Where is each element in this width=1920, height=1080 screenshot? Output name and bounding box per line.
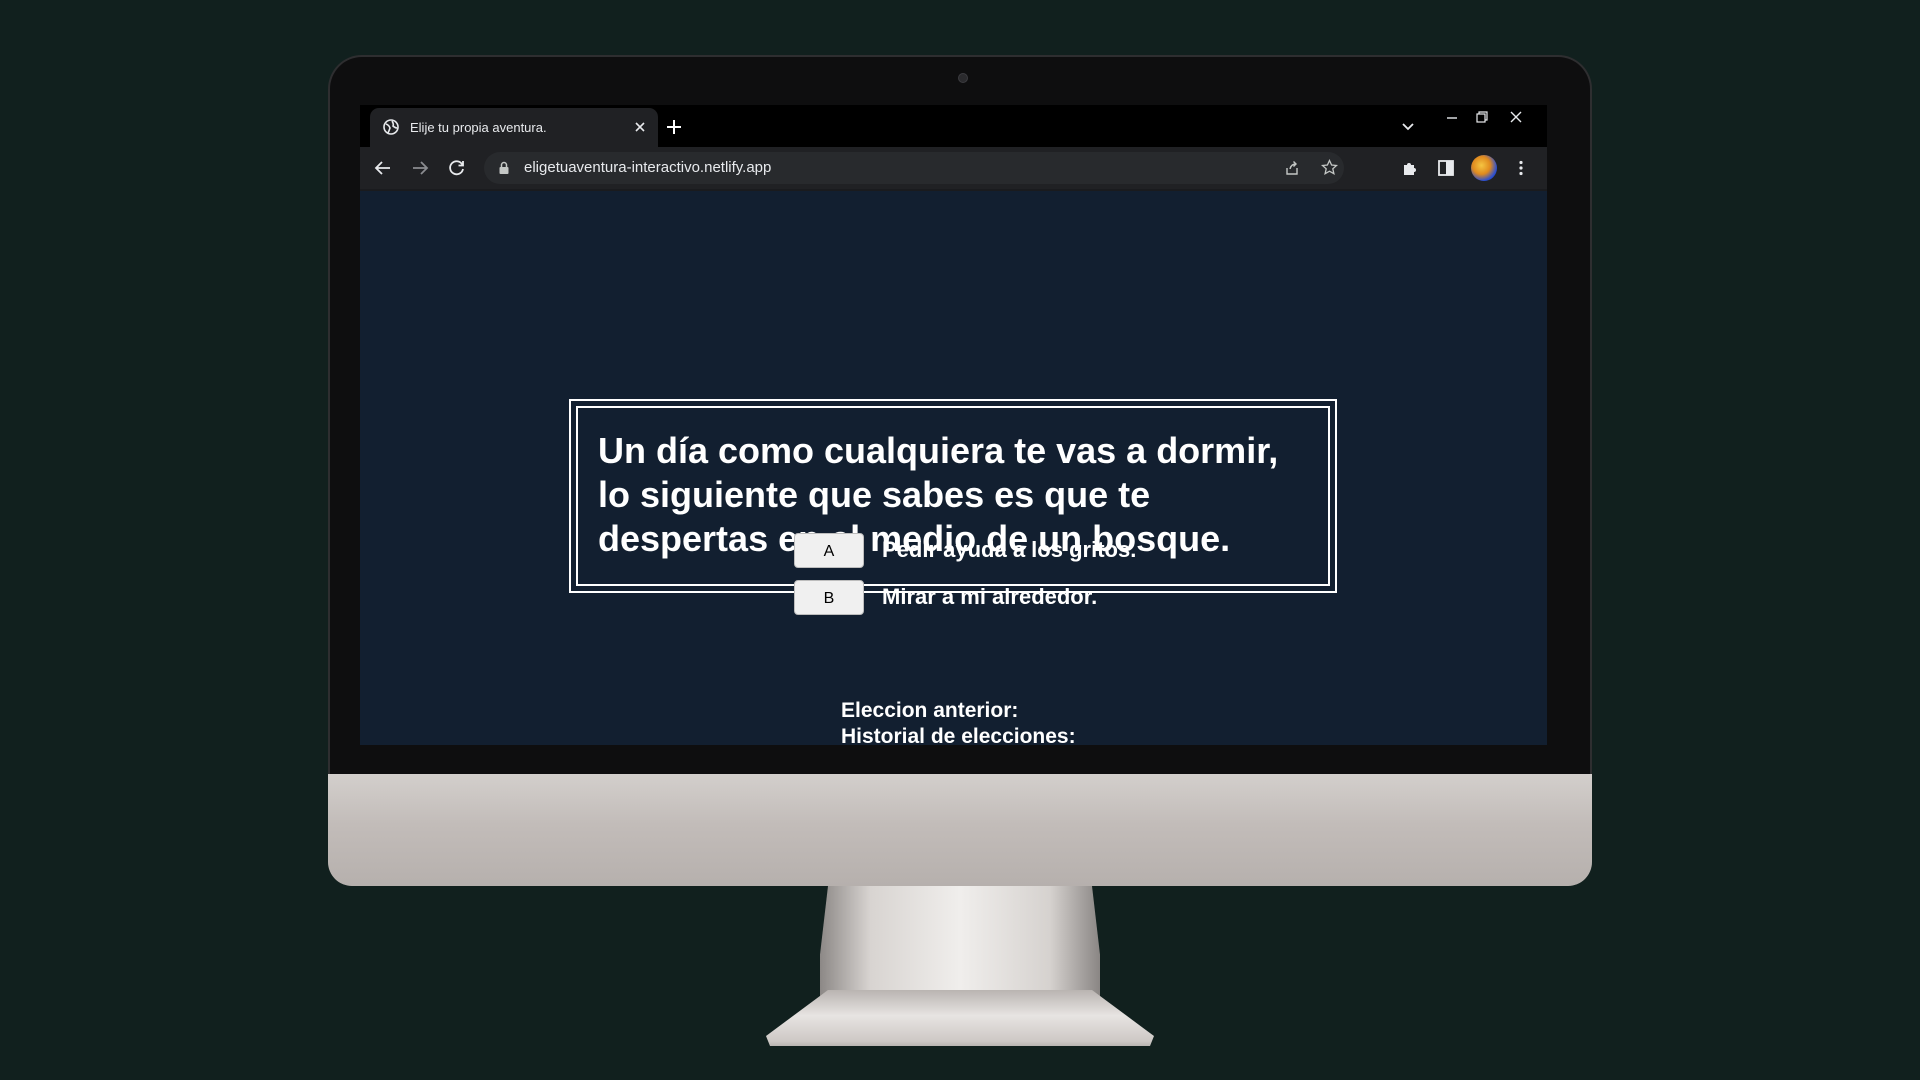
share-icon[interactable] [1284, 160, 1300, 176]
url-text: eligetuaventura-interactivo.netlify.app [524, 159, 772, 176]
reload-icon[interactable] [448, 159, 466, 177]
restore-icon [1476, 111, 1488, 123]
imac-chin [328, 774, 1592, 886]
star-icon[interactable] [1321, 159, 1338, 176]
new-tab-plus-icon[interactable] [664, 117, 684, 137]
tab-active[interactable]: Elije tu propia aventura. [370, 108, 658, 147]
globe-icon [383, 119, 399, 135]
imac-stand-base [766, 990, 1154, 1046]
avatar[interactable] [1471, 155, 1497, 181]
close-icon [1510, 111, 1522, 123]
lock-icon[interactable] [497, 161, 511, 175]
camera-icon [958, 73, 968, 83]
desktop-mockup: Elije tu propia aventura. eligetuaventur… [0, 0, 1920, 1080]
back-arrow-icon[interactable] [374, 159, 392, 177]
more-vert-icon[interactable] [1512, 159, 1530, 177]
minimize-icon [1447, 117, 1457, 119]
choice-b-button[interactable]: B [794, 580, 864, 615]
tab-strip: Elije tu propia aventura. [360, 105, 1547, 147]
choice-a-button[interactable]: A [794, 533, 864, 568]
close-window-button[interactable] [1497, 105, 1527, 129]
side-panel-icon[interactable] [1437, 159, 1455, 177]
page-content: Un día como cualquiera te vas a dormir, … [360, 191, 1547, 745]
tab-title: Elije tu propia aventura. [410, 120, 547, 135]
previous-choice-label: Eleccion anterior: [841, 699, 1019, 722]
minimize-button[interactable] [1437, 105, 1467, 129]
window-controls [1437, 105, 1547, 129]
browser-window: Elije tu propia aventura. eligetuaventur… [360, 105, 1547, 745]
choice-a-label: Pedir ayuda a los gritos. [882, 537, 1137, 562]
choice-b-label: Mirar a mi alrededor. [882, 584, 1098, 609]
browser-toolbar: eligetuaventura-interactivo.netlify.app [360, 147, 1547, 189]
puzzle-icon[interactable] [1401, 159, 1419, 177]
imac-stand [820, 886, 1100, 1006]
address-bar[interactable]: eligetuaventura-interactivo.netlify.app [484, 152, 1344, 184]
forward-arrow-icon[interactable] [411, 159, 429, 177]
choice-history-label: Historial de elecciones: [841, 725, 1076, 745]
screen-bottom-bezel [360, 745, 1547, 774]
restore-button[interactable] [1467, 105, 1497, 129]
close-icon[interactable] [632, 119, 648, 135]
chevron-down-icon[interactable] [1400, 119, 1416, 135]
